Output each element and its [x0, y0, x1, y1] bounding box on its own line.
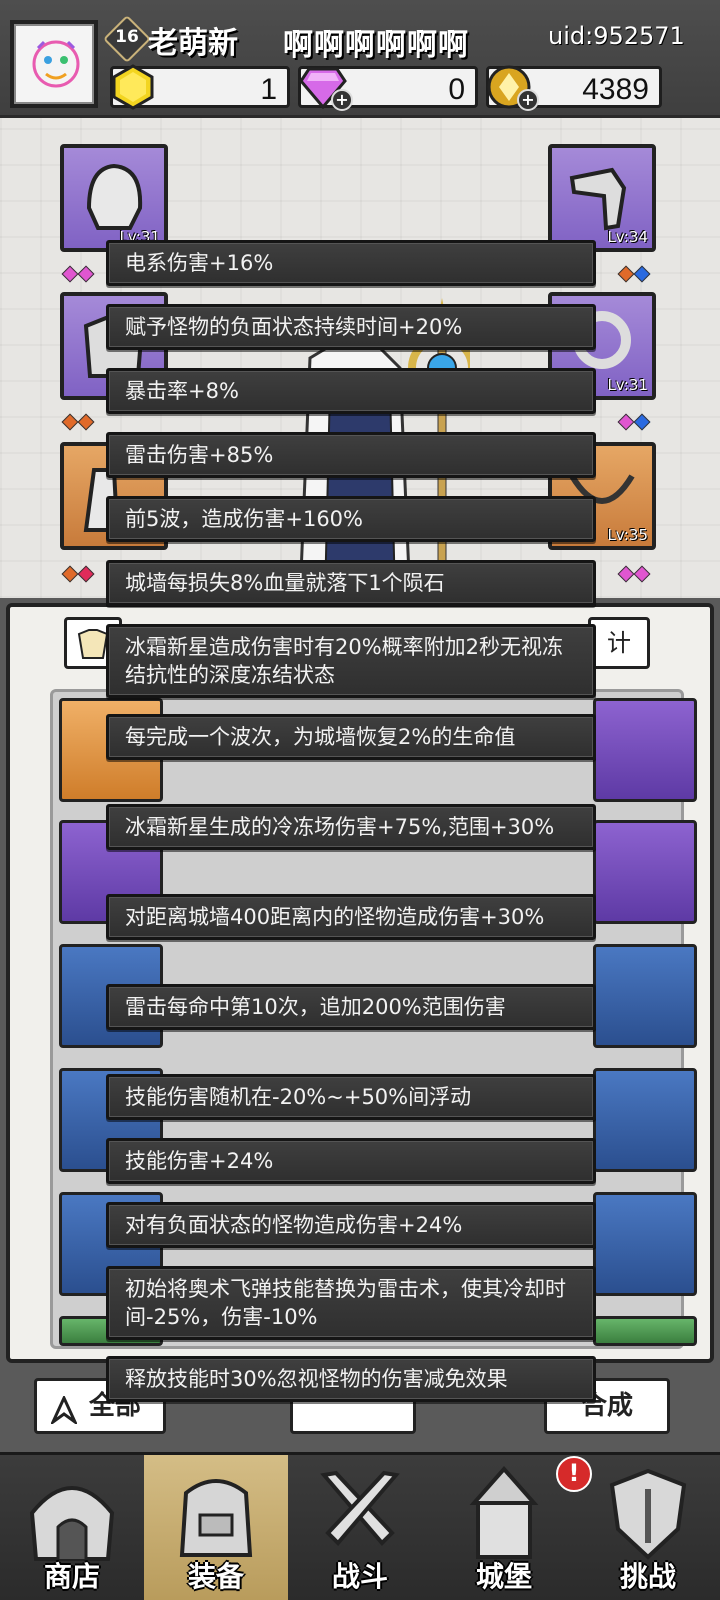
- gold-amount: 1: [260, 73, 277, 106]
- gem: [617, 265, 635, 283]
- affix-line: 对有负面状态的怪物造成伤害+24%: [106, 1202, 596, 1248]
- notification-badge: !: [556, 1456, 592, 1492]
- gem-row: [617, 265, 651, 283]
- affix-line: 雷击每命中第10次，追加200%范围伤害: [106, 984, 596, 1030]
- player-avatar[interactable]: [10, 20, 98, 108]
- player-uid: uid:952571: [548, 22, 685, 50]
- nav-shop[interactable]: 商店: [0, 1455, 144, 1600]
- slot-level: Lv:34: [607, 228, 648, 246]
- affix-line: 赋予怪物的负面状态持续时间+20%: [106, 304, 596, 350]
- nav-castle[interactable]: 城堡: [432, 1455, 576, 1600]
- affix-line: 初始将奥术飞弹技能替换为雷击术，使其冷却时间-25%，伤害-10%: [106, 1266, 596, 1340]
- gem: [633, 265, 651, 283]
- nav-battle[interactable]: 战斗: [288, 1455, 432, 1600]
- affix-line: 城墙每损失8%血量就落下1个陨石: [106, 560, 596, 606]
- nav-label: 战斗: [331, 1560, 388, 1593]
- avatar-drawing-icon: [32, 40, 80, 88]
- backpack-icon: [179, 1479, 253, 1557]
- gem: [77, 265, 95, 283]
- gem-row: [61, 265, 95, 283]
- diamond-amount: 0: [448, 73, 465, 106]
- resource-diamond[interactable]: + 0: [298, 66, 478, 111]
- gem: [61, 265, 79, 283]
- gem: [617, 413, 635, 431]
- gem-row: [61, 413, 95, 431]
- gem: [633, 565, 651, 583]
- item-card[interactable]: [593, 820, 697, 924]
- bottom-nav: 商店 装备 战斗 城堡 挑战: [0, 1452, 720, 1600]
- item-card[interactable]: [593, 1316, 697, 1346]
- affix-line: 暴击率+8%: [106, 368, 596, 414]
- affix-line: 电系伤害+16%: [106, 240, 596, 286]
- nav-label: 商店: [43, 1560, 100, 1593]
- resource-gold[interactable]: 1: [110, 64, 290, 110]
- coin-amount: 4389: [582, 73, 649, 106]
- gold-hexagon-icon: [112, 64, 154, 110]
- affix-line: 冰霜新星造成伤害时有20%概率附加2秒无视冻结抗性的深度冻结状态: [106, 624, 596, 698]
- nav-challenge[interactable]: 挑战: [576, 1455, 720, 1600]
- caret-up-icon: [49, 1391, 79, 1441]
- player-name: 老萌新: [148, 26, 238, 61]
- nav-label: 挑战: [619, 1560, 676, 1593]
- top-header: 16 老萌新 啊啊啊啊啊啊 uid:952571 1 + 0 + 4389: [0, 0, 720, 118]
- gem-row: [617, 413, 651, 431]
- nav-equipment[interactable]: 装备: [144, 1455, 288, 1600]
- stats-button[interactable]: 计: [588, 617, 650, 669]
- add-diamond-icon[interactable]: +: [331, 89, 353, 111]
- affix-line: 对距离城墙400距离内的怪物造成伤害+30%: [106, 894, 596, 940]
- castle-icon: [469, 1465, 539, 1559]
- equip-slot-helmet[interactable]: Lv:31: [60, 144, 168, 252]
- item-card[interactable]: [593, 944, 697, 1048]
- guild-name: 啊啊啊啊啊啊: [283, 28, 469, 63]
- add-coin-icon[interactable]: +: [517, 89, 539, 111]
- affix-line: 冰霜新星生成的冷冻场伤害+75%,范围+30%: [106, 804, 596, 850]
- gem: [77, 413, 95, 431]
- affix-line: 每完成一个波次，为城墙恢复2%的生命值: [106, 714, 596, 760]
- gem-row: [617, 565, 651, 583]
- nav-label: 城堡: [475, 1560, 532, 1593]
- item-card[interactable]: [593, 1192, 697, 1296]
- affix-line: 雷击伤害+85%: [106, 432, 596, 478]
- nav-label: 装备: [187, 1560, 244, 1593]
- slot-level: Lv:35: [607, 526, 648, 544]
- gem: [61, 565, 79, 583]
- gem: [77, 565, 95, 583]
- gem: [633, 413, 651, 431]
- affix-line: 释放技能时30%忽视怪物的伤害减免效果: [106, 1356, 596, 1402]
- slot-level: Lv:31: [607, 376, 648, 394]
- player-level: 16: [115, 27, 139, 47]
- gem: [617, 565, 635, 583]
- affix-line: 前5波，造成伤害+160%: [106, 496, 596, 542]
- shield-icon: [609, 1468, 687, 1560]
- affix-line: 技能伤害+24%: [106, 1138, 596, 1184]
- shop-icon: [29, 1486, 115, 1561]
- equip-slot-gloves[interactable]: Lv:34: [548, 144, 656, 252]
- affix-line: 技能伤害随机在-20%~+50%间浮动: [106, 1074, 596, 1120]
- item-card[interactable]: [593, 1068, 697, 1172]
- item-card[interactable]: [593, 698, 697, 802]
- gem: [61, 413, 79, 431]
- gem-row: [61, 565, 95, 583]
- crossed-swords-icon: [320, 1470, 400, 1546]
- resource-coin[interactable]: + 4389: [486, 65, 662, 111]
